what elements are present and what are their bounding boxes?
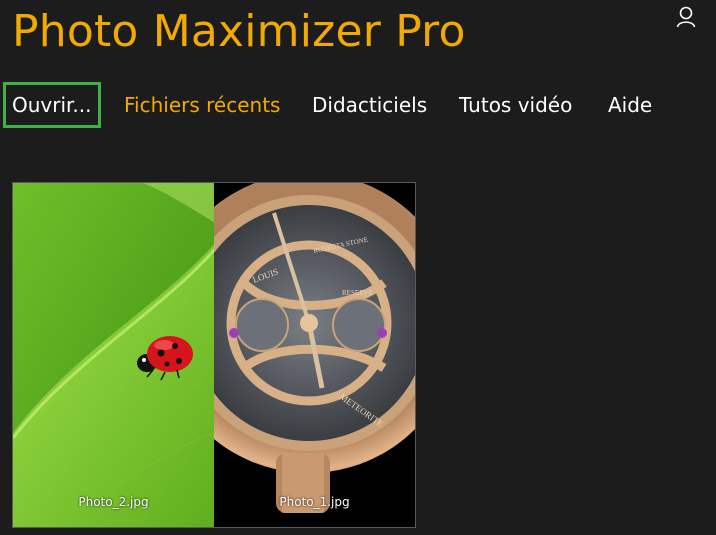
user-account-button[interactable] <box>673 6 699 32</box>
app-title: Photo Maximizer Pro <box>12 6 466 57</box>
photo-filename: Photo_2.jpg <box>78 495 149 509</box>
nav-recent-files[interactable]: Fichiers récents <box>124 82 280 128</box>
nav-tutorials[interactable]: Didacticiels <box>312 82 427 128</box>
recent-files-gallery: Photo_2.jpg LOUIS ROSEGTA STONE METEORIT… <box>12 182 416 528</box>
nav-open[interactable]: Ouvrir... <box>3 82 101 128</box>
watch-image: LOUIS ROSEGTA STONE METEORITE RESERVE <box>214 183 415 527</box>
nav-video-tutorials[interactable]: Tutos vidéo <box>459 82 572 128</box>
user-icon <box>676 6 696 32</box>
photo-tile-photo-2[interactable]: Photo_2.jpg <box>13 183 214 527</box>
photo-filename: Photo_1.jpg <box>279 495 350 509</box>
app-window: Photo Maximizer Pro Ouvrir... Fichiers r… <box>0 0 716 535</box>
nav-help[interactable]: Aide <box>608 82 652 128</box>
ladybug-image <box>13 183 214 527</box>
main-nav: Ouvrir... Fichiers récents Didacticiels … <box>0 82 716 128</box>
dial-text-reserve: RESERVE <box>342 289 373 297</box>
photo-tile-photo-1[interactable]: LOUIS ROSEGTA STONE METEORITE RESERVE Ph… <box>214 183 415 527</box>
